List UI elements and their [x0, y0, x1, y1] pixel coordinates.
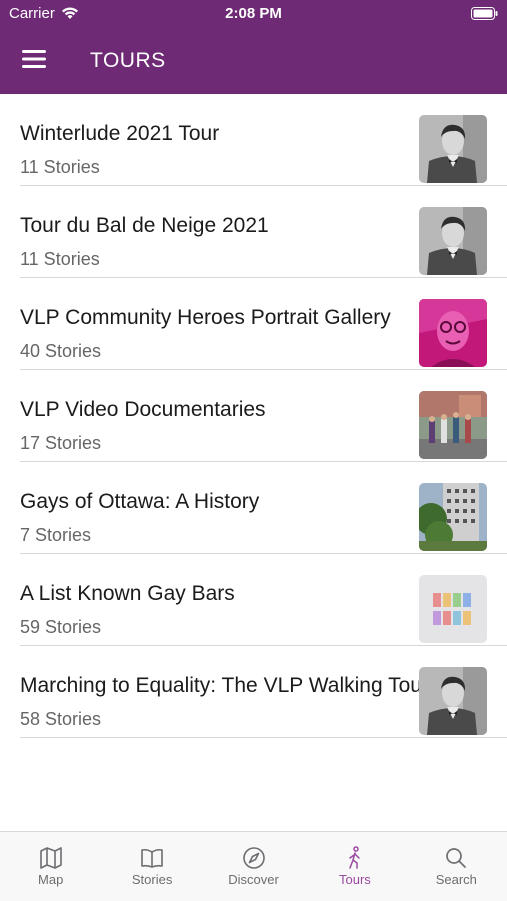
tab-bar: Map Stories Discover Tours Search — [0, 831, 507, 901]
tour-item[interactable]: VLP Video Documentaries 17 Stories — [20, 370, 507, 462]
tour-title: Gays of Ottawa: A History — [20, 490, 260, 513]
search-icon — [446, 848, 467, 868]
battery-icon — [471, 7, 498, 20]
tour-story-count: 17 Stories — [20, 433, 102, 453]
tour-item[interactable]: A List Known Gay Bars 59 Stories — [20, 554, 507, 646]
tab-label: Search — [435, 872, 477, 887]
compass-icon — [242, 847, 265, 869]
tour-title: Tour du Bal de Neige 2021 — [20, 214, 269, 237]
tour-title: A List Known Gay Bars — [20, 582, 235, 605]
tab-label: Discover — [228, 872, 279, 887]
tour-story-count: 7 Stories — [20, 525, 92, 545]
walking-icon — [349, 846, 360, 869]
status-time: 2:08 PM — [225, 5, 282, 22]
tour-story-count: 40 Stories — [20, 341, 102, 361]
tab-discover[interactable]: Discover — [203, 832, 304, 901]
tour-list: Winterlude 2021 Tour 11 Stories Tour du … — [0, 94, 507, 738]
tour-thumbnail — [419, 299, 487, 367]
tour-item[interactable]: VLP Community Heroes Portrait Gallery 40… — [20, 278, 507, 370]
tour-story-count: 59 Stories — [20, 617, 102, 637]
tour-thumbnail — [419, 667, 487, 735]
tour-thumbnail — [419, 207, 487, 275]
tour-item[interactable]: Tour du Bal de Neige 2021 11 Stories — [20, 186, 507, 278]
tour-thumbnail — [419, 483, 487, 551]
tour-item[interactable]: Gays of Ottawa: A History 7 Stories — [20, 462, 507, 554]
tour-story-count: 11 Stories — [20, 157, 100, 177]
tab-label: Tours — [339, 872, 371, 887]
tour-item[interactable]: Winterlude 2021 Tour 11 Stories — [20, 94, 507, 186]
tour-title: Winterlude 2021 Tour — [20, 122, 220, 145]
tour-thumbnail — [419, 575, 487, 643]
book-icon — [141, 848, 163, 868]
tab-stories[interactable]: Stories — [101, 832, 202, 901]
tour-thumbnail — [419, 391, 487, 459]
status-bar: Carrier 2:08 PM — [0, 0, 507, 28]
tour-title: VLP Video Documentaries — [20, 398, 266, 421]
tour-thumbnail — [419, 115, 487, 183]
tour-story-count: 11 Stories — [20, 249, 100, 269]
tab-label: Stories — [131, 872, 173, 887]
tour-story-count: 58 Stories — [20, 709, 102, 729]
tour-title: Marching to Equality: The VLP Walking To… — [20, 674, 429, 697]
app-header: Carrier 2:08 PM TOURS — [0, 0, 507, 94]
map-icon — [39, 847, 62, 869]
tour-title: VLP Community Heroes Portrait Gallery — [20, 306, 391, 329]
tab-search[interactable]: Search — [406, 832, 507, 901]
tour-item[interactable]: Marching to Equality: The VLP Walking To… — [20, 646, 507, 738]
hamburger-menu-icon[interactable] — [22, 48, 48, 70]
page-title: TOURS — [90, 49, 166, 72]
tab-tours[interactable]: Tours — [304, 832, 405, 901]
tab-label: Map — [38, 872, 64, 887]
tab-map[interactable]: Map — [0, 832, 101, 901]
